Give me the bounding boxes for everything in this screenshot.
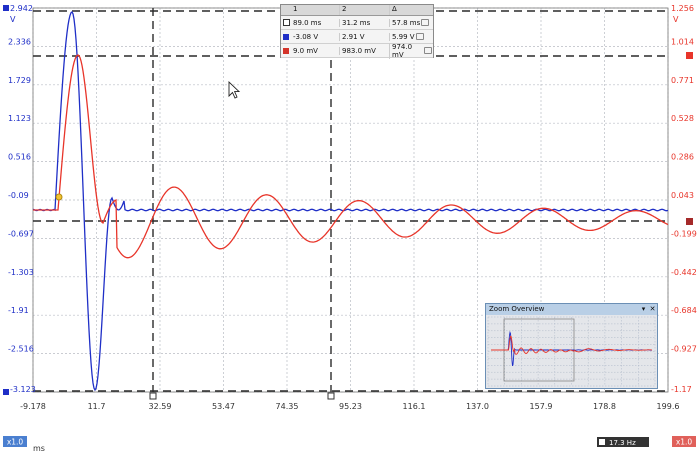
x-tick-label: 137.0 (466, 402, 489, 411)
left-tick-label: 0.516 (8, 153, 31, 162)
lock-icon[interactable] (424, 47, 432, 54)
right-axis: 1.256 1.014 0.771 0.528 0.286 0.043 -0.199 -0.4… (671, 4, 697, 394)
x-tick-label: -9.178 (20, 402, 46, 411)
left-axis-bottom-handle[interactable] (3, 389, 9, 395)
measure-header-delta: Δ (389, 5, 432, 15)
x-tick-label: 116.1 (403, 402, 426, 411)
channel-b-delta: 974.0 mV (392, 42, 413, 59)
minimize-icon[interactable]: ▾ (639, 304, 648, 315)
left-axis-top-handle[interactable] (3, 5, 9, 11)
x-tick-label: 32.59 (149, 402, 172, 411)
time-cursor-2-handle[interactable] (327, 392, 335, 400)
close-icon[interactable]: ✕ (648, 304, 657, 315)
left-tick-label: -1.91 (8, 306, 29, 315)
measurements-panel[interactable]: 1 2 Δ 89.0 ms 31.2 ms 57.8 ms -3.08 V 2.… (280, 4, 434, 59)
left-axis: 2.942 2.336 1.729 1.123 0.516 -0.09 -0.697 -1.3… (8, 4, 36, 394)
trigger-marker[interactable] (55, 193, 63, 201)
measure-row-time[interactable]: 89.0 ms 31.2 ms 57.8 ms (281, 16, 433, 30)
x-tick-label: 74.35 (276, 402, 299, 411)
left-tick-label: 1.123 (8, 114, 31, 123)
x-axis-unit: ms (33, 444, 45, 453)
right-tick-label: -0.684 (671, 306, 697, 315)
channel-b-swatch-icon (283, 47, 289, 54)
lock-icon[interactable] (421, 19, 430, 26)
x-tick-label: 53.47 (212, 402, 235, 411)
x-tick-label: 199.6 (657, 402, 680, 411)
right-tick-label: 0.043 (671, 191, 694, 200)
channel-b-value-1: 9.0 mV (293, 46, 318, 55)
left-axis-unit: V (10, 15, 16, 24)
time-value-1: 89.0 ms (293, 18, 322, 27)
left-tick-label: 1.729 (8, 76, 31, 85)
right-tick-label: -0.442 (671, 268, 697, 277)
channel-a-value-1: -3.08 V (293, 32, 319, 41)
time-swatch-icon (282, 19, 290, 26)
channel-a-swatch-icon (283, 33, 289, 40)
zoom-overview-title: Zoom Overview (489, 305, 545, 313)
right-tick-label: -0.927 (671, 345, 697, 354)
left-tick-label: -1.303 (8, 268, 34, 277)
x-tick-label: 11.7 (88, 402, 106, 411)
frequency-value: 17.3 Hz (609, 439, 636, 447)
zoom-overview-window[interactable]: Zoom Overview ▾ ✕ (485, 303, 658, 389)
time-delta: 57.8 ms (392, 18, 421, 27)
left-tick-label: -2.516 (8, 345, 34, 354)
left-tick-label: 2.336 (8, 37, 31, 46)
lock-icon[interactable] (415, 33, 424, 40)
left-tick-label: 2.942 (10, 4, 33, 13)
time-cursor-1-handle[interactable] (149, 392, 157, 400)
right-axis-cursor-handle-low[interactable] (686, 218, 693, 225)
left-scale-label: x1.0 (7, 438, 24, 447)
right-axis-cursor-handle-high[interactable] (686, 52, 693, 59)
right-tick-label: 0.286 (671, 153, 694, 162)
time-value-2: 31.2 ms (339, 18, 389, 27)
right-tick-label: -0.199 (671, 229, 697, 238)
left-tick-label: -3.123 (10, 385, 36, 394)
left-tick-label: -0.697 (8, 229, 34, 238)
channel-a-delta: 5.99 V (392, 32, 415, 41)
right-tick-label: 0.771 (671, 76, 694, 85)
right-tick-label: 0.528 (671, 114, 694, 123)
x-tick-label: 95.23 (339, 402, 362, 411)
frequency-icon (599, 439, 605, 445)
x-tick-label: 178.8 (593, 402, 616, 411)
measure-row-channel-b[interactable]: 9.0 mV 983.0 mV 974.0 mV (281, 42, 433, 59)
x-tick-label: 157.9 (530, 402, 553, 411)
zoom-overview-canvas[interactable] (486, 315, 657, 388)
right-scale-label: x1.0 (676, 438, 693, 447)
x-axis: -9.178 11.7 32.59 53.47 74.35 95.23 116.1 137.0… (20, 402, 679, 411)
channel-b-value-2: 983.0 mV (339, 46, 389, 55)
right-tick-label: -1.17 (671, 385, 692, 394)
measure-header-2: 2 (339, 5, 389, 15)
right-tick-label: 1.014 (671, 37, 694, 46)
measure-header-1: 1 (293, 5, 298, 13)
left-tick-label: -0.09 (8, 191, 29, 200)
right-tick-label: 1.256 (671, 4, 694, 13)
channel-a-value-2: 2.91 V (339, 32, 389, 41)
right-axis-unit: V (673, 15, 679, 24)
